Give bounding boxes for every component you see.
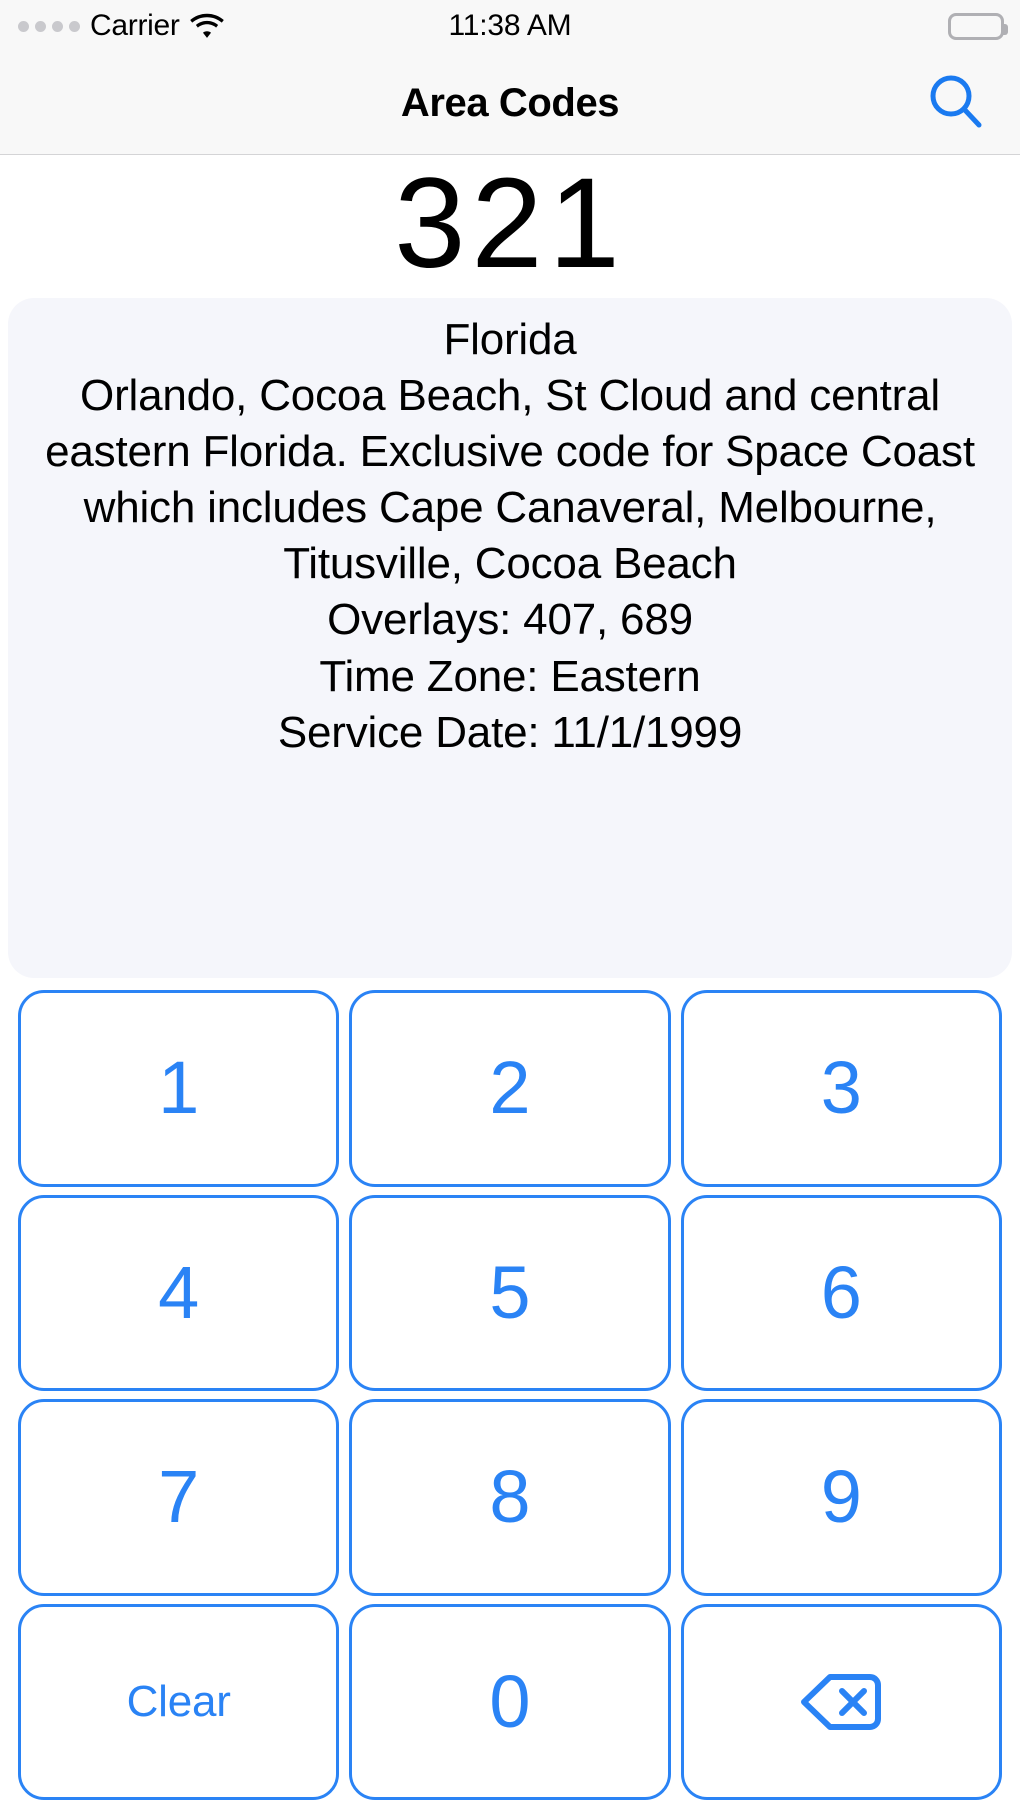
key-7[interactable]: 7	[18, 1399, 340, 1596]
key-5-label: 5	[489, 1250, 531, 1334]
key-8-label: 8	[489, 1455, 531, 1539]
page-title: Area Codes	[400, 81, 620, 125]
key-3-label: 3	[820, 1046, 862, 1130]
info-overlays: Overlays: 407, 689	[327, 595, 693, 645]
key-clear[interactable]: Clear	[18, 1603, 340, 1800]
key-0-label: 0	[489, 1659, 531, 1743]
status-bar-right	[948, 12, 1008, 40]
search-button[interactable]	[918, 65, 994, 141]
key-1[interactable]: 1	[18, 990, 340, 1187]
key-4-label: 4	[158, 1250, 200, 1334]
info-description: Orlando, Cocoa Beach, St Cloud and centr…	[45, 371, 975, 589]
key-5[interactable]: 5	[349, 1194, 671, 1391]
key-6-label: 6	[820, 1250, 862, 1334]
key-backspace[interactable]	[680, 1603, 1002, 1800]
nav-bar: Area Codes	[0, 52, 1020, 155]
key-6[interactable]: 6	[680, 1194, 1002, 1391]
info-service-date: Service Date: 11/1/1999	[277, 707, 743, 757]
key-2-label: 2	[489, 1046, 531, 1130]
key-7-label: 7	[158, 1455, 200, 1539]
key-9-label: 9	[820, 1455, 862, 1539]
status-bar-time: 11:38 AM	[448, 9, 572, 42]
backspace-icon	[798, 1671, 884, 1733]
keypad: 1 2 3 4 5 6 7 8 9 Clear 0	[18, 990, 1002, 1800]
key-3[interactable]: 3	[680, 990, 1002, 1187]
info-state: Florida	[443, 315, 577, 364]
key-9[interactable]: 9	[680, 1399, 1002, 1596]
area-code-value: 321	[394, 151, 626, 295]
info-time-zone: Time Zone: Eastern	[319, 651, 701, 701]
key-clear-label: Clear	[126, 1676, 231, 1726]
battery-full-icon	[948, 12, 1008, 40]
status-bar: Carrier 11:38 AM	[0, 0, 1020, 52]
key-8[interactable]: 8	[349, 1399, 671, 1596]
area-code-info-panel: Florida Orlando, Cocoa Beach, St Cloud a…	[8, 298, 1012, 978]
key-2[interactable]: 2	[349, 990, 671, 1187]
key-4[interactable]: 4	[18, 1194, 340, 1391]
app-root: Carrier 11:38 AM Area Codes 321 Florida …	[0, 0, 1020, 1813]
key-1-label: 1	[158, 1046, 200, 1130]
search-icon	[925, 70, 987, 137]
area-code-display: 321	[0, 156, 1020, 291]
key-0[interactable]: 0	[349, 1603, 671, 1800]
